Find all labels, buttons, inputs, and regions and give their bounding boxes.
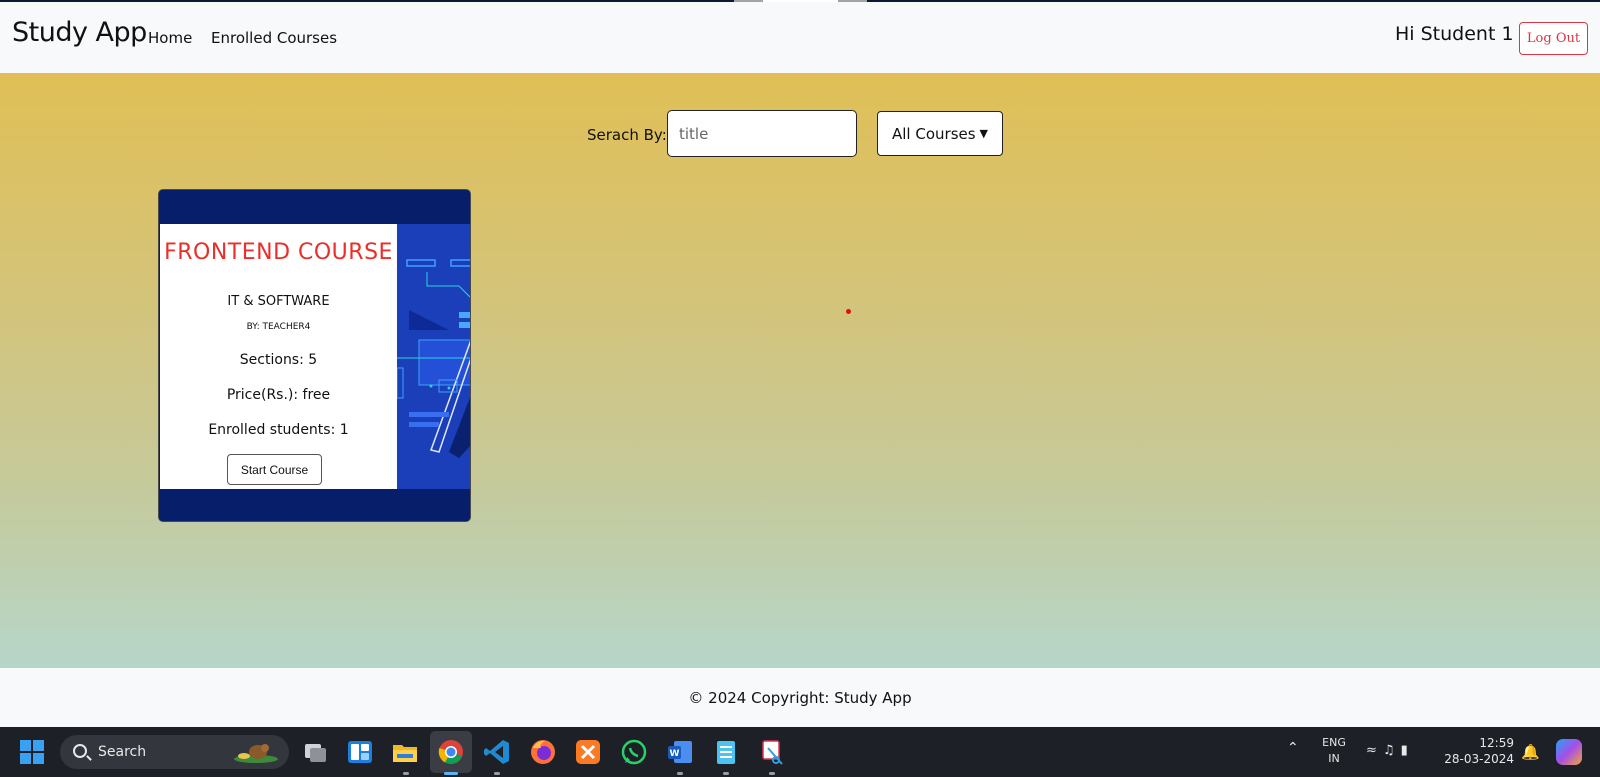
taskbar-indicator: [723, 772, 729, 775]
cursor-dot: [846, 309, 851, 314]
course-filter-value: All Courses: [892, 124, 976, 143]
copilot-icon[interactable]: [1556, 739, 1582, 765]
firefox-icon[interactable]: [529, 738, 557, 766]
course-author: BY: TEACHER4: [246, 322, 311, 332]
logout-button[interactable]: Log Out: [1519, 22, 1588, 55]
user-greeting: Hi Student 1: [1395, 23, 1514, 45]
tray-status-icons[interactable]: ≈♫▮: [1366, 743, 1414, 758]
notepad-icon[interactable]: [712, 738, 740, 766]
search-input[interactable]: [667, 110, 857, 157]
widgets-icon[interactable]: [346, 738, 374, 766]
taskbar-search[interactable]: Search: [60, 735, 289, 769]
nav-link-home[interactable]: Home: [148, 29, 192, 47]
chevron-down-icon: ▼: [979, 127, 988, 140]
svg-text:W: W: [670, 749, 680, 759]
taskbar-indicator: [494, 772, 500, 775]
wifi-icon: ≈: [1366, 743, 1383, 758]
taskbar-indicator-active: [444, 772, 458, 775]
course-card[interactable]: FRONTEND COURSE IT & SOFTWARE BY: TEACHE…: [158, 189, 471, 522]
xampp-icon[interactable]: [574, 738, 602, 766]
course-enrolled-count: Enrolled students: 1: [208, 422, 349, 438]
battery-icon: ▮: [1400, 743, 1414, 758]
whatsapp-icon[interactable]: [620, 738, 648, 766]
taskbar-indicator: [403, 772, 409, 775]
search-icon: [73, 744, 87, 758]
taskbar-search-label: Search: [98, 744, 147, 760]
language-indicator[interactable]: ENG IN: [1318, 735, 1350, 767]
search-highlight-illustration-icon: [234, 744, 278, 763]
course-title: FRONTEND COURSE: [164, 240, 393, 265]
file-explorer-icon[interactable]: [391, 738, 419, 766]
vscode-icon[interactable]: [483, 738, 511, 766]
windows-start-icon[interactable]: [20, 740, 44, 764]
search-label: Serach By:: [587, 126, 667, 144]
nav-link-enrolled-courses[interactable]: Enrolled Courses: [211, 29, 337, 47]
footer: © 2024 Copyright: Study App: [0, 668, 1600, 727]
footer-copyright: © 2024 Copyright: Study App: [688, 689, 912, 707]
course-filter-select[interactable]: All Courses ▼: [877, 111, 1003, 156]
main-content: Serach By: All Courses ▼ FRO: [0, 73, 1600, 668]
course-card-panel: FRONTEND COURSE IT & SOFTWARE BY: TEACHE…: [160, 224, 397, 489]
word-icon[interactable]: W: [666, 738, 694, 766]
clock-time: 12:59: [1479, 736, 1514, 750]
volume-icon: ♫: [1382, 743, 1401, 758]
navbar: Study App Home Enrolled Courses Hi Stude…: [0, 2, 1600, 73]
course-price: Price(Rs.): free: [226, 387, 331, 403]
taskbar-indicator: [677, 772, 683, 775]
brand-logo[interactable]: Study App: [12, 17, 147, 48]
taskbar: Search W ⌃ ENG IN ≈♫▮ 12:59 28-03-2024 🔔: [0, 727, 1600, 777]
notification-bell-icon[interactable]: 🔔: [1521, 743, 1540, 761]
start-course-button[interactable]: Start Course: [227, 454, 322, 485]
language-code: ENG: [1322, 736, 1346, 749]
course-sections: Sections: 5: [239, 352, 318, 368]
chrome-icon[interactable]: [437, 738, 465, 766]
region-code: IN: [1328, 752, 1340, 765]
clock[interactable]: 12:59 28-03-2024: [1444, 735, 1514, 767]
clock-date: 28-03-2024: [1444, 752, 1514, 766]
course-category: IT & SOFTWARE: [227, 294, 330, 309]
snipping-tool-icon[interactable]: [758, 738, 786, 766]
tray-overflow-chevron-icon[interactable]: ⌃: [1287, 740, 1299, 756]
taskbar-indicator: [769, 772, 775, 775]
task-view-icon[interactable]: [301, 738, 329, 766]
